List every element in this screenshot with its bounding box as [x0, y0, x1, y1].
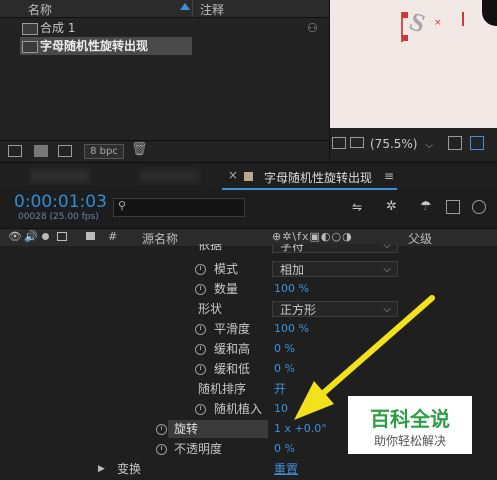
arrow-shaft [317, 295, 435, 399]
watermark-subtitle: 助你轻松解决 [373, 434, 446, 448]
watermark-badge: 百科全说 助你轻松解决 [348, 396, 472, 454]
watermark-title: 百科全说 [370, 407, 450, 431]
